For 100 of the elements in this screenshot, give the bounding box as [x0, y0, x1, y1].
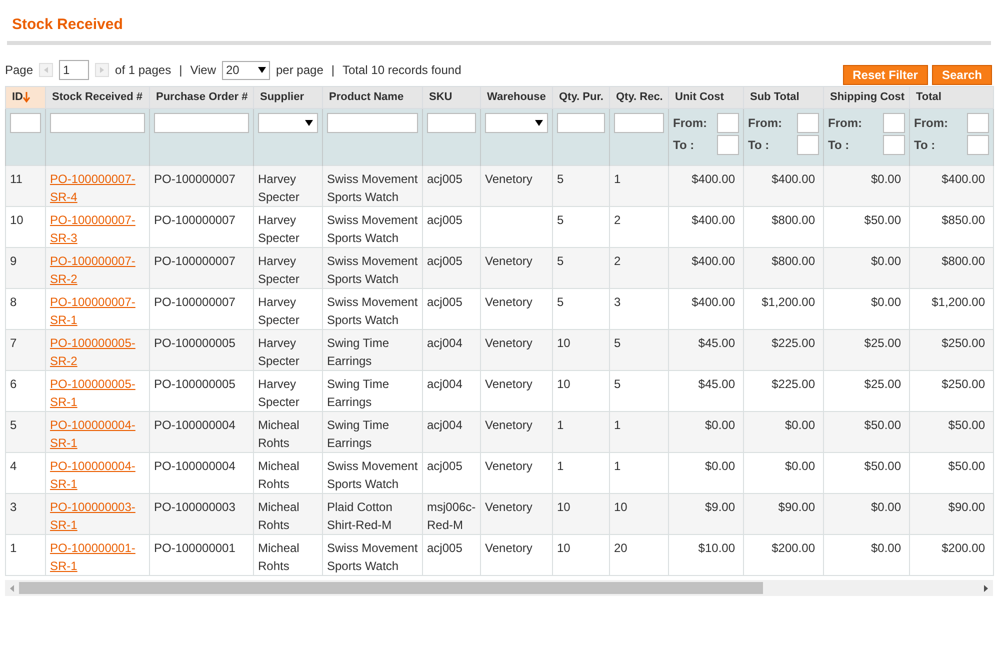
table-cell: acj005 [427, 213, 462, 227]
from-input[interactable] [883, 113, 905, 133]
per-page-select[interactable]: 20 [222, 60, 270, 80]
table-cell: $250.00 [942, 377, 985, 391]
table-cell: 5 [614, 336, 621, 350]
table-cell: 10 [557, 500, 570, 514]
dropdown-caret-icon [535, 120, 543, 126]
table-cell: $10.00 [698, 541, 735, 555]
to-label: To : [673, 137, 694, 154]
from-input[interactable] [967, 113, 989, 133]
table-cell: $400.00 [942, 172, 985, 186]
column-header[interactable]: Sub Total [744, 86, 824, 108]
table-cell: Micheal Rohts [258, 459, 300, 491]
table-cell: $400.00 [692, 172, 735, 186]
to-input[interactable] [797, 135, 819, 155]
table-cell: 6 [10, 377, 17, 391]
table-cell: 11 [10, 172, 22, 186]
column-header[interactable]: Stock Received # [46, 86, 150, 108]
column-header[interactable]: Product Name [322, 86, 422, 108]
table-cell: Harvey Specter [258, 254, 300, 286]
table-cell: Venetory [485, 418, 532, 432]
table-cell: PO-100000005 [154, 377, 236, 391]
from-input[interactable] [797, 113, 819, 133]
table-cell: $45.00 [698, 377, 735, 391]
filter-input[interactable] [154, 113, 249, 133]
next-page-button[interactable] [95, 63, 110, 77]
table-cell: $50.00 [948, 418, 985, 432]
from-label: From: [828, 115, 862, 132]
to-input[interactable] [883, 135, 905, 155]
column-header[interactable]: Total [910, 86, 994, 108]
table-cell: PO-100000007 [154, 213, 236, 227]
table-cell: Harvey Specter [258, 213, 300, 245]
table-cell: $45.00 [698, 336, 735, 350]
table-cell: Swing Time Earrings [327, 377, 390, 409]
table-cell: $0.00 [870, 541, 901, 555]
table-cell: $225.00 [772, 336, 815, 350]
column-header[interactable]: SKU [422, 86, 480, 108]
page-input[interactable]: 1 [59, 60, 90, 80]
table-cell: 3 [614, 295, 621, 309]
table-cell: 5 [557, 172, 564, 186]
filter-input[interactable] [10, 113, 41, 133]
column-header[interactable]: ID [6, 86, 46, 108]
left-arrow-icon [44, 67, 48, 73]
horizontal-scrollbar[interactable] [5, 580, 993, 596]
table-cell: Swiss Movement Sports Watch [327, 213, 418, 245]
table-cell: acj005 [427, 254, 462, 268]
filter-input[interactable] [557, 113, 605, 133]
table-cell: $800.00 [772, 254, 815, 268]
to-input[interactable] [967, 135, 989, 155]
table-cell: $800.00 [772, 213, 815, 227]
table-cell: 2 [614, 254, 621, 268]
from-input[interactable] [717, 113, 739, 133]
filter-input[interactable] [427, 113, 476, 133]
table-cell: $0.00 [784, 418, 815, 432]
table-cell: $0.00 [870, 254, 901, 268]
to-label: To : [914, 137, 936, 154]
column-header[interactable]: Qty. Pur. [552, 86, 610, 108]
table-cell: 1 [614, 459, 621, 473]
from-label: From: [748, 115, 782, 132]
table-cell: $0.00 [870, 172, 901, 186]
table-cell: Swing Time Earrings [327, 336, 390, 368]
table-cell: PO-100000001 [154, 541, 236, 555]
column-header[interactable]: Unit Cost [668, 86, 744, 108]
filter-input[interactable] [50, 113, 145, 133]
filter-input[interactable] [327, 113, 418, 133]
table-cell: Venetory [485, 500, 532, 514]
table-cell: acj005 [427, 459, 462, 473]
column-header[interactable]: Warehouse [480, 86, 552, 108]
table-cell: Venetory [485, 377, 532, 391]
column-header[interactable]: Qty. Rec. [610, 86, 668, 108]
table-cell: 1 [614, 172, 621, 186]
to-input[interactable] [717, 135, 739, 155]
records-count: Total 10 records found [342, 62, 462, 79]
table-cell: acj005 [427, 172, 462, 186]
filter-input[interactable] [614, 113, 664, 133]
previous-page-button[interactable] [39, 63, 54, 77]
table-cell: Venetory [485, 172, 532, 186]
table-cell: 10 [614, 500, 628, 514]
view-label: View [190, 62, 216, 79]
separator: | [179, 62, 182, 79]
column-header[interactable]: Supplier [254, 86, 322, 108]
table-cell: $0.00 [704, 459, 735, 473]
table-cell: Harvey Specter [258, 377, 300, 409]
filter-select[interactable] [258, 113, 318, 133]
column-header[interactable]: Shipping Cost [824, 86, 910, 108]
table-cell: 20 [614, 541, 628, 555]
sort-arrow-icon [23, 92, 30, 103]
table-cell: Swiss Movement Sports Watch [327, 172, 418, 204]
scrollbar-thumb[interactable] [19, 582, 763, 594]
table-cell: acj004 [427, 336, 462, 350]
table-cell: 5 [557, 213, 564, 227]
table-cell: acj004 [427, 377, 462, 391]
page-label: Page [5, 62, 34, 79]
column-header[interactable]: Purchase Order # [150, 86, 254, 108]
table-cell: PO-100000005 [154, 336, 236, 350]
table-cell: Harvey Specter [258, 295, 300, 327]
table-cell: Venetory [485, 254, 532, 268]
table-cell: Venetory [485, 541, 532, 555]
table-cell: $0.00 [784, 459, 815, 473]
filter-select[interactable] [485, 113, 548, 133]
